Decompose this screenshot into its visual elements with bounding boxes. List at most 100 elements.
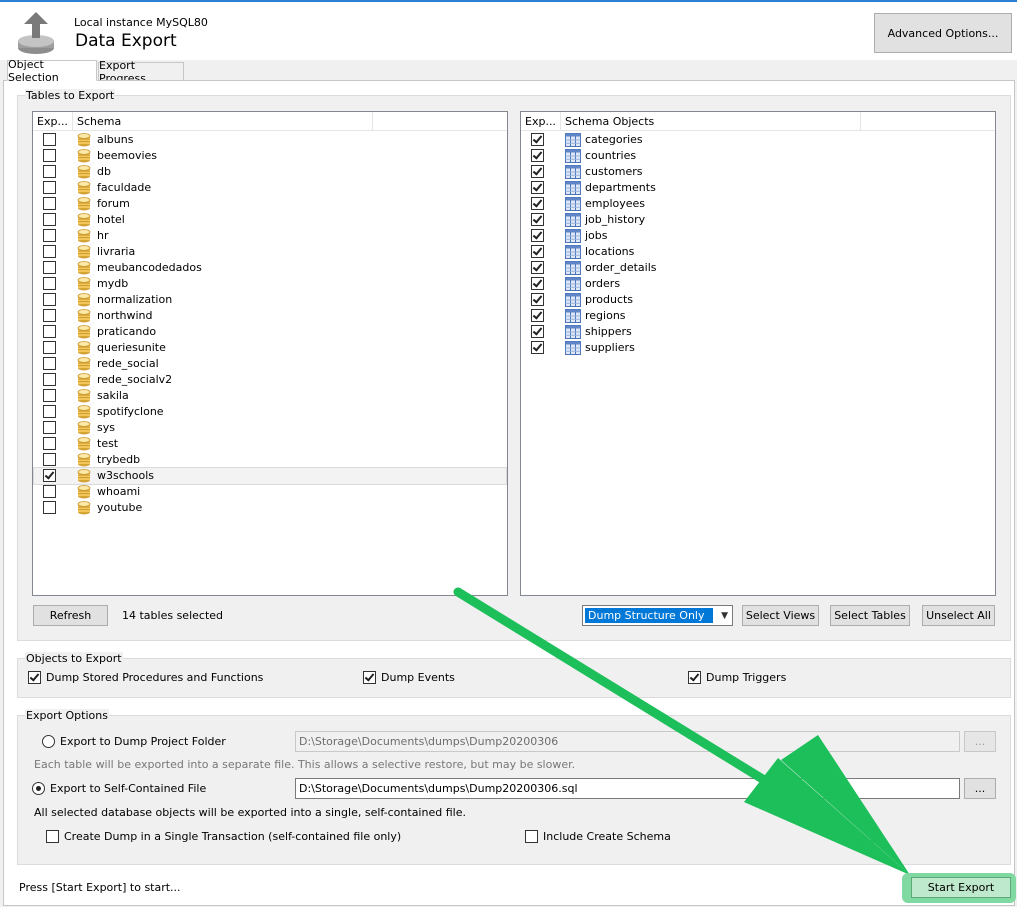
schema-export-checkbox[interactable] <box>43 229 56 242</box>
schema-object-row[interactable]: countries <box>522 148 994 164</box>
schema-object-export-checkbox[interactable] <box>531 277 544 290</box>
schema-row[interactable]: db <box>34 164 506 180</box>
schema-row[interactable]: hotel <box>34 212 506 228</box>
schema-object-export-checkbox[interactable] <box>531 293 544 306</box>
schema-row[interactable]: beemovies <box>34 148 506 164</box>
select-views-button[interactable]: Select Views <box>742 605 819 626</box>
tab-object-selection[interactable]: Object Selection <box>7 58 97 84</box>
unselect-all-button[interactable]: Unselect All <box>922 605 995 626</box>
schema-object-row[interactable]: departments <box>522 180 994 196</box>
schema-object-row[interactable]: employees <box>522 196 994 212</box>
schema-row[interactable]: forum <box>34 196 506 212</box>
schema-object-row[interactable]: jobs <box>522 228 994 244</box>
schema-export-checkbox[interactable] <box>43 213 56 226</box>
schema-export-checkbox[interactable] <box>43 389 56 402</box>
schema-row[interactable]: hr <box>34 228 506 244</box>
schema-object-export-checkbox[interactable] <box>531 341 544 354</box>
column-schema-objects[interactable]: Schema Objects <box>561 112 861 131</box>
schema-object-export-checkbox[interactable] <box>531 213 544 226</box>
schema-export-checkbox[interactable] <box>43 341 56 354</box>
tab-export-progress[interactable]: Export Progress <box>98 59 184 85</box>
browse-folder-button[interactable]: ... <box>964 731 996 752</box>
schema-row[interactable]: mydb <box>34 276 506 292</box>
schema-row[interactable]: albuns <box>34 132 506 148</box>
schema-export-checkbox[interactable] <box>43 197 56 210</box>
schema-export-checkbox[interactable] <box>43 277 56 290</box>
schema-row[interactable]: spotifyclone <box>34 404 506 420</box>
schema-export-checkbox[interactable] <box>43 501 56 514</box>
schema-export-checkbox[interactable] <box>43 469 56 482</box>
schema-object-row[interactable]: orders <box>522 276 994 292</box>
schema-row[interactable]: sys <box>34 420 506 436</box>
schema-object-export-checkbox[interactable] <box>531 229 544 242</box>
schema-export-checkbox[interactable] <box>43 293 56 306</box>
schema-object-export-checkbox[interactable] <box>531 261 544 274</box>
schema-export-checkbox[interactable] <box>43 133 56 146</box>
schema-object-row[interactable]: locations <box>522 244 994 260</box>
schema-export-checkbox[interactable] <box>43 485 56 498</box>
schema-object-export-checkbox[interactable] <box>531 181 544 194</box>
schema-export-checkbox[interactable] <box>43 165 56 178</box>
file-path-input[interactable]: D:\Storage\Documents\dumps\Dump20200306.… <box>295 778 960 799</box>
column-export[interactable]: Exp... <box>521 112 561 131</box>
schema-export-checkbox[interactable] <box>43 453 56 466</box>
schema-object-export-checkbox[interactable] <box>531 309 544 322</box>
schema-row[interactable]: livraria <box>34 244 506 260</box>
dump-mode-select[interactable]: Dump Structure Only ▼ <box>582 605 733 626</box>
dump-routines-checkbox[interactable]: Dump Stored Procedures and Functions <box>28 670 268 686</box>
schema-object-row[interactable]: regions <box>522 308 994 324</box>
browse-file-button[interactable]: ... <box>964 778 996 799</box>
schema-row[interactable]: youtube <box>34 500 506 516</box>
schema-export-checkbox[interactable] <box>43 357 56 370</box>
schema-row[interactable]: northwind <box>34 308 506 324</box>
schema-row[interactable]: whoami <box>34 484 506 500</box>
schema-row[interactable]: praticando <box>34 324 506 340</box>
schema-row[interactable]: trybedb <box>34 452 506 468</box>
folder-path-input[interactable]: D:\Storage\Documents\dumps\Dump20200306 <box>295 731 960 752</box>
schema-export-checkbox[interactable] <box>43 405 56 418</box>
column-export[interactable]: Exp... <box>33 112 73 131</box>
schema-row[interactable]: queriesunite <box>34 340 506 356</box>
checkbox[interactable] <box>363 671 376 684</box>
schema-export-checkbox[interactable] <box>43 149 56 162</box>
include-create-schema-checkbox[interactable]: Include Create Schema <box>525 829 675 845</box>
schema-export-checkbox[interactable] <box>43 325 56 338</box>
schema-export-checkbox[interactable] <box>43 437 56 450</box>
export-file-radio[interactable] <box>32 782 45 795</box>
schema-object-export-checkbox[interactable] <box>531 245 544 258</box>
schema-object-row[interactable]: shippers <box>522 324 994 340</box>
schema-row[interactable]: normalization <box>34 292 506 308</box>
schema-object-row[interactable]: customers <box>522 164 994 180</box>
start-export-button[interactable]: Start Export <box>911 877 1011 898</box>
dump-events-checkbox[interactable]: Dump Events <box>363 670 483 686</box>
export-folder-radio[interactable] <box>42 735 55 748</box>
schema-row[interactable]: faculdade <box>34 180 506 196</box>
schema-row[interactable]: sakila <box>34 388 506 404</box>
schema-object-export-checkbox[interactable] <box>531 133 544 146</box>
schema-row[interactable]: w3schools <box>33 467 507 485</box>
schema-row[interactable]: rede_socialv2 <box>34 372 506 388</box>
schema-row[interactable]: test <box>34 436 506 452</box>
single-transaction-checkbox[interactable]: Create Dump in a Single Transaction (sel… <box>46 829 401 845</box>
advanced-options-button[interactable]: Advanced Options... <box>874 13 1012 53</box>
select-tables-button[interactable]: Select Tables <box>830 605 910 626</box>
schema-object-row[interactable]: categories <box>522 132 994 148</box>
schema-export-checkbox[interactable] <box>43 309 56 322</box>
schema-object-row[interactable]: job_history <box>522 212 994 228</box>
schema-object-row[interactable]: products <box>522 292 994 308</box>
checkbox[interactable] <box>688 671 701 684</box>
schema-export-checkbox[interactable] <box>43 261 56 274</box>
schema-object-export-checkbox[interactable] <box>531 325 544 338</box>
schema-export-checkbox[interactable] <box>43 245 56 258</box>
schema-object-export-checkbox[interactable] <box>531 197 544 210</box>
schema-object-row[interactable]: order_details <box>522 260 994 276</box>
schema-object-export-checkbox[interactable] <box>531 149 544 162</box>
checkbox[interactable] <box>46 830 59 843</box>
checkbox[interactable] <box>525 830 538 843</box>
schema-export-checkbox[interactable] <box>43 421 56 434</box>
export-folder-label[interactable]: Export to Dump Project Folder <box>60 735 226 748</box>
refresh-button[interactable]: Refresh <box>33 605 108 626</box>
column-schema[interactable]: Schema <box>73 112 373 131</box>
schema-row[interactable]: meubancodedados <box>34 260 506 276</box>
schema-object-export-checkbox[interactable] <box>531 165 544 178</box>
